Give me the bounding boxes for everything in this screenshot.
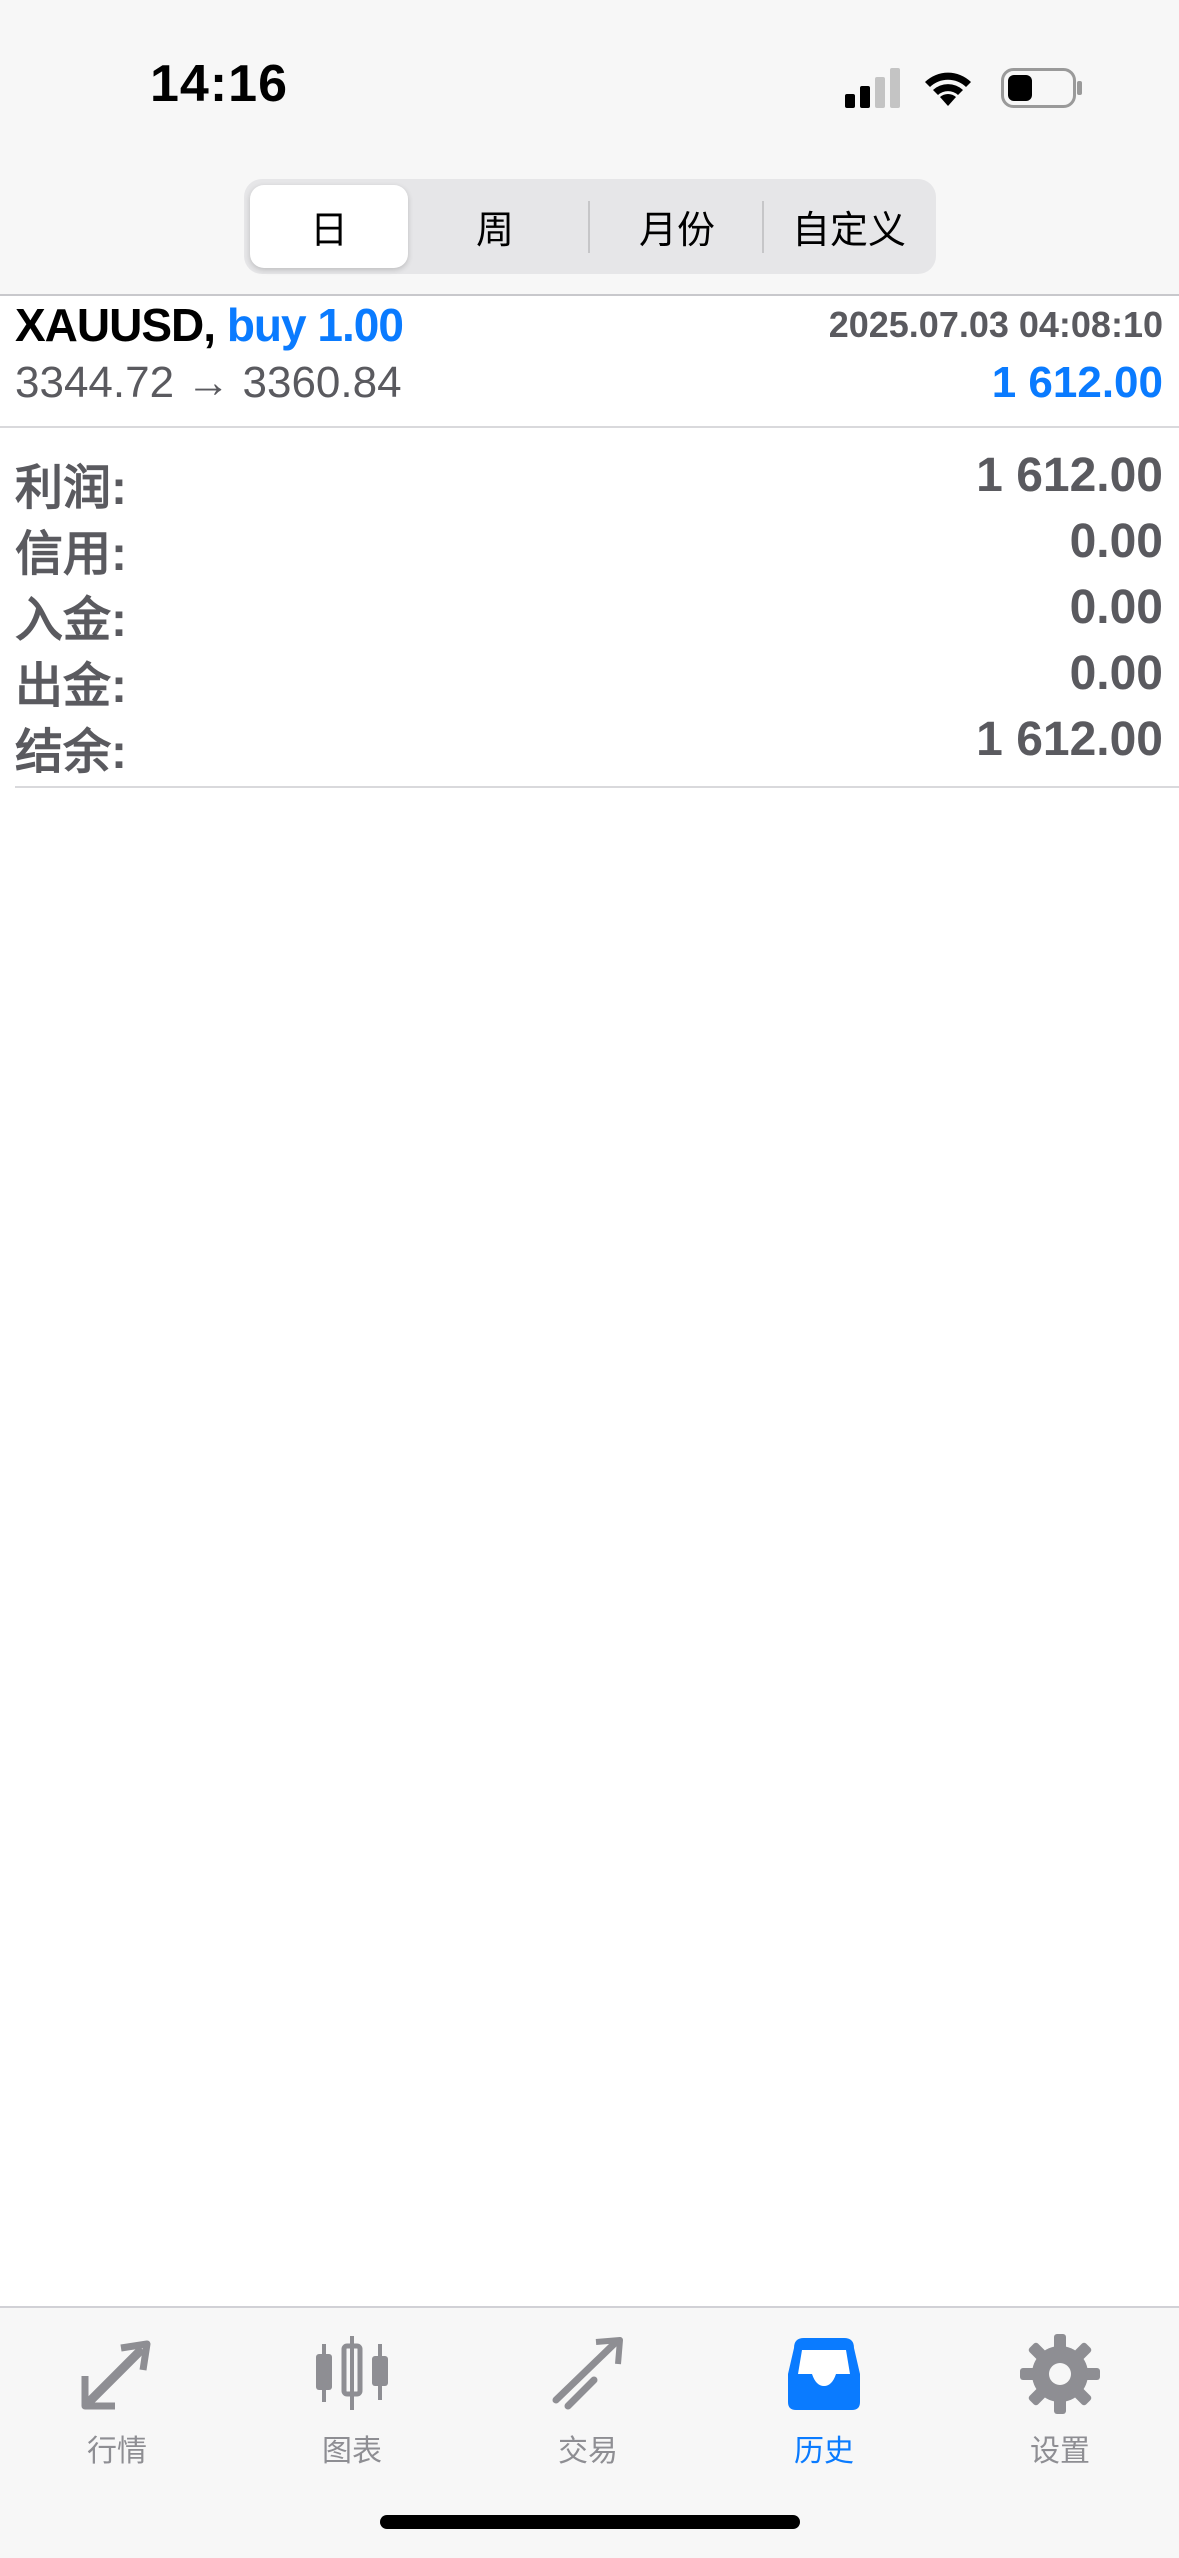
summary-value: 0.00 <box>1069 581 1163 634</box>
trade-symbol: XAUUSD, <box>15 299 216 351</box>
wifi-icon <box>925 72 971 106</box>
trade-prices: 3344.72 → 3360.84 <box>15 358 402 407</box>
status-time: 14:16 <box>150 55 288 113</box>
segment-week[interactable]: 周 <box>410 185 580 268</box>
trade-time: 2025.07.03 04:08:10 <box>828 304 1163 345</box>
gear-icon <box>1020 2334 1100 2414</box>
home-indicator <box>380 2515 800 2529</box>
summary-row-balance: 结余: 1 612.00 <box>0 712 1179 779</box>
cellular-signal-icon <box>845 68 900 108</box>
segment-custom[interactable]: 自定义 <box>766 185 932 268</box>
candlestick-chart-icon <box>316 2336 388 2410</box>
summary-row-deposit: 入金: 0.00 <box>0 580 1179 647</box>
tab-label: 历史 <box>794 2435 854 2468</box>
segment-month[interactable]: 月份 <box>592 185 762 268</box>
tab-charts[interactable]: 图表 <box>272 2326 432 2468</box>
summary-value: 0.00 <box>1069 515 1163 568</box>
summary-label: 信用: <box>15 528 127 581</box>
inbox-history-icon <box>788 2338 860 2410</box>
trade-icon <box>552 2337 623 2410</box>
summary-value: 1 612.00 <box>976 713 1163 766</box>
tab-label: 交易 <box>558 2435 618 2468</box>
summary-section: 利润: 1 612.00 信用: 0.00 入金: 0.00 出金: 0.00 … <box>0 428 1179 788</box>
summary-label: 入金: <box>15 594 127 647</box>
summary-label: 出金: <box>15 660 127 713</box>
summary-divider <box>15 786 1179 788</box>
tab-settings[interactable]: 设置 <box>980 2326 1140 2468</box>
tab-label: 图表 <box>322 2435 382 2468</box>
trade-row[interactable]: XAUUSD, buy 1.00 2025.07.03 04:08:10 334… <box>0 296 1179 428</box>
summary-row-withdrawal: 出金: 0.00 <box>0 646 1179 713</box>
summary-row-credit: 信用: 0.00 <box>0 514 1179 581</box>
trade-symbol-line: XAUUSD, buy 1.00 <box>15 298 404 352</box>
summary-row-profit: 利润: 1 612.00 <box>0 448 1179 515</box>
summary-value: 0.00 <box>1069 647 1163 700</box>
summary-label: 利润: <box>15 462 127 515</box>
segment-day[interactable]: 日 <box>250 185 408 268</box>
period-segmented-control: 日 周 月份 自定义 <box>244 179 936 274</box>
summary-value: 1 612.00 <box>976 449 1163 502</box>
summary-label: 结余: <box>15 726 127 779</box>
top-area: 14:16 日 周 月份 自定义 <box>0 0 1179 296</box>
tab-label: 设置 <box>1030 2435 1090 2468</box>
tab-quotes[interactable]: 行情 <box>37 2326 197 2468</box>
trade-profit: 1 612.00 <box>991 358 1163 407</box>
tab-history[interactable]: 历史 <box>744 2326 904 2468</box>
segment-divider <box>588 201 590 253</box>
tab-label: 行情 <box>87 2435 147 2468</box>
trade-side: buy 1.00 <box>226 299 404 351</box>
tab-trade[interactable]: 交易 <box>508 2326 668 2468</box>
quotes-icon <box>81 2340 151 2410</box>
battery-icon <box>1001 68 1082 108</box>
segment-divider <box>762 201 764 253</box>
